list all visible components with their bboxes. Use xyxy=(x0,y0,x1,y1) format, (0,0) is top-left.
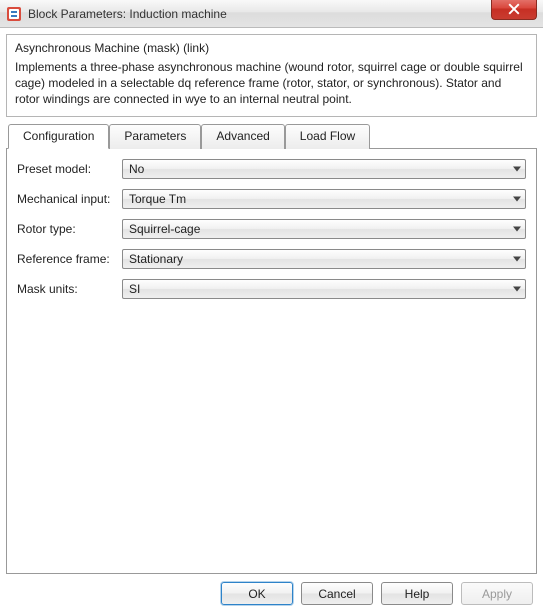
spacer xyxy=(17,309,526,563)
select-mechanical-input-value: Torque Tm xyxy=(129,192,186,206)
row-rotor-type: Rotor type: Squirrel-cage xyxy=(17,219,526,239)
tab-panel-configuration: Preset model: No Mechanical input: Torqu… xyxy=(6,148,537,574)
close-button[interactable] xyxy=(491,0,537,20)
select-mask-units[interactable]: SI xyxy=(122,279,526,299)
cancel-button[interactable]: Cancel xyxy=(301,582,373,605)
dialog-body: Asynchronous Machine (mask) (link) Imple… xyxy=(0,28,543,615)
select-rotor-type-value: Squirrel-cage xyxy=(129,222,200,236)
button-bar: OK Cancel Help Apply xyxy=(6,574,537,609)
mask-description-box: Asynchronous Machine (mask) (link) Imple… xyxy=(6,34,537,117)
select-reference-frame[interactable]: Stationary xyxy=(122,249,526,269)
ok-button[interactable]: OK xyxy=(221,582,293,605)
select-preset-model[interactable]: No xyxy=(122,159,526,179)
chevron-down-icon xyxy=(513,256,521,261)
tab-load-flow[interactable]: Load Flow xyxy=(285,124,370,149)
chevron-down-icon xyxy=(513,196,521,201)
close-icon xyxy=(508,3,520,15)
chevron-down-icon xyxy=(513,166,521,171)
tab-advanced[interactable]: Advanced xyxy=(201,124,284,149)
label-rotor-type: Rotor type: xyxy=(17,222,122,236)
label-reference-frame: Reference frame: xyxy=(17,252,122,266)
help-button[interactable]: Help xyxy=(381,582,453,605)
titlebar: Block Parameters: Induction machine xyxy=(0,0,543,28)
row-mask-units: Mask units: SI xyxy=(17,279,526,299)
mask-description: Implements a three-phase asynchronous ma… xyxy=(15,59,528,108)
chevron-down-icon xyxy=(513,286,521,291)
tab-configuration[interactable]: Configuration xyxy=(8,124,109,149)
app-icon xyxy=(6,6,22,22)
window-title: Block Parameters: Induction machine xyxy=(28,7,227,21)
select-rotor-type[interactable]: Squirrel-cage xyxy=(122,219,526,239)
apply-button: Apply xyxy=(461,582,533,605)
select-mechanical-input[interactable]: Torque Tm xyxy=(122,189,526,209)
tab-parameters[interactable]: Parameters xyxy=(109,124,201,149)
label-preset-model: Preset model: xyxy=(17,162,122,176)
tab-area: Configuration Parameters Advanced Load F… xyxy=(6,123,537,574)
row-preset-model: Preset model: No xyxy=(17,159,526,179)
tabstrip: Configuration Parameters Advanced Load F… xyxy=(6,123,537,148)
select-preset-model-value: No xyxy=(129,162,144,176)
row-mechanical-input: Mechanical input: Torque Tm xyxy=(17,189,526,209)
label-mechanical-input: Mechanical input: xyxy=(17,192,122,206)
select-mask-units-value: SI xyxy=(129,282,140,296)
mask-heading: Asynchronous Machine (mask) (link) xyxy=(15,41,528,55)
select-reference-frame-value: Stationary xyxy=(129,252,183,266)
chevron-down-icon xyxy=(513,226,521,231)
row-reference-frame: Reference frame: Stationary xyxy=(17,249,526,269)
label-mask-units: Mask units: xyxy=(17,282,122,296)
